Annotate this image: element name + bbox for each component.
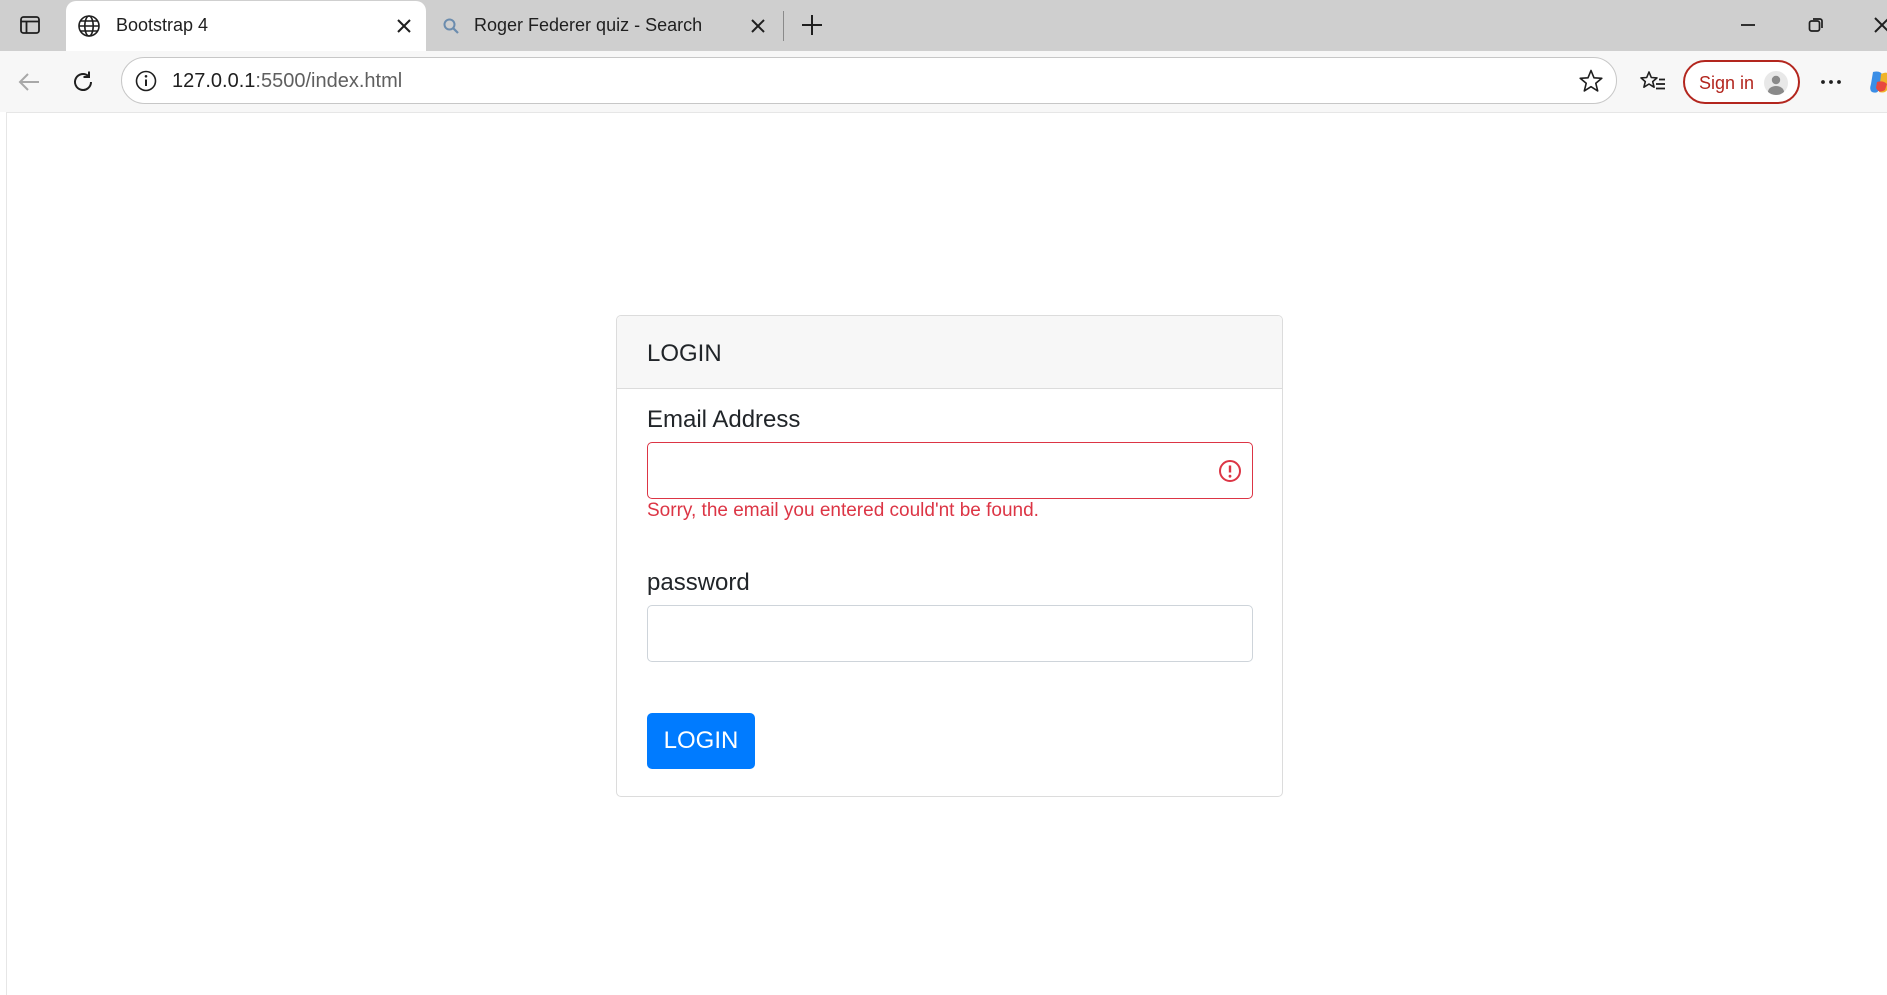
back-button[interactable] (10, 63, 48, 101)
copilot-icon (1870, 71, 1887, 93)
browser-toolbar: 127.0.0.1:5500/index.html Sign in (0, 51, 1887, 112)
card-header: LOGIN (617, 316, 1282, 389)
sign-in-label: Sign in (1699, 73, 1755, 93)
login-button[interactable]: LOGIN (647, 713, 755, 769)
search-icon (438, 13, 464, 39)
star-icon (1579, 69, 1603, 92)
refresh-button[interactable] (64, 63, 102, 101)
tab-strip: Bootstrap 4 Roger Federer quiz - Search (0, 0, 1887, 51)
favorites-button[interactable] (1634, 63, 1672, 101)
refresh-icon (74, 71, 92, 91)
close-icon (1874, 17, 1887, 33)
tab-close-button[interactable] (390, 12, 418, 40)
close-window-button[interactable] (1862, 8, 1887, 42)
email-error-message: Sorry, the email you entered could'nt be… (647, 500, 1039, 521)
minimize-button[interactable] (1728, 8, 1768, 42)
page-viewport: LOGIN Email Address Sorry, the email you… (6, 112, 1887, 995)
close-icon (751, 19, 765, 33)
restore-icon (1808, 18, 1823, 32)
password-field[interactable] (647, 605, 1253, 662)
favorites-list-icon (1640, 71, 1665, 90)
email-label: Email Address (647, 406, 801, 433)
email-field[interactable] (647, 442, 1253, 499)
plus-icon (802, 15, 822, 35)
new-tab-button[interactable] (795, 8, 829, 42)
url-host: 127.0.0.1 (172, 70, 256, 92)
tab-close-button[interactable] (744, 12, 772, 40)
sign-in-button[interactable]: Sign in (1683, 60, 1800, 104)
card-title: LOGIN (647, 340, 722, 367)
address-bar[interactable]: 127.0.0.1:5500/index.html (121, 57, 1617, 104)
settings-more-button[interactable] (1812, 63, 1850, 101)
url-path: :5500/index.html (255, 70, 403, 92)
copilot-button[interactable] (1862, 63, 1887, 101)
close-icon (397, 19, 411, 33)
tab-title: Bootstrap 4 (116, 15, 209, 35)
more-horizontal-icon (1821, 80, 1841, 84)
login-card: LOGIN Email Address Sorry, the email you… (616, 315, 1283, 797)
minimize-icon (1741, 24, 1755, 26)
globe-icon (76, 13, 102, 39)
avatar-icon (1764, 71, 1788, 95)
tab-actions-button[interactable] (14, 10, 46, 40)
info-icon[interactable] (132, 67, 160, 95)
arrow-left-icon (18, 73, 39, 91)
tab-separator (783, 11, 784, 41)
add-favorite-button[interactable] (1576, 66, 1606, 96)
password-label: password (647, 569, 750, 596)
tab-title: Roger Federer quiz - Search (474, 15, 703, 35)
tab-roger-federer-quiz[interactable]: Roger Federer quiz - Search (428, 1, 780, 51)
restore-button[interactable] (1796, 8, 1836, 42)
url-text: 127.0.0.1:5500/index.html (172, 70, 402, 93)
browser-window: Bootstrap 4 Roger Federer quiz - Search (0, 0, 1887, 995)
tab-actions-icon (20, 16, 40, 34)
tab-bootstrap-4[interactable]: Bootstrap 4 (66, 1, 426, 51)
